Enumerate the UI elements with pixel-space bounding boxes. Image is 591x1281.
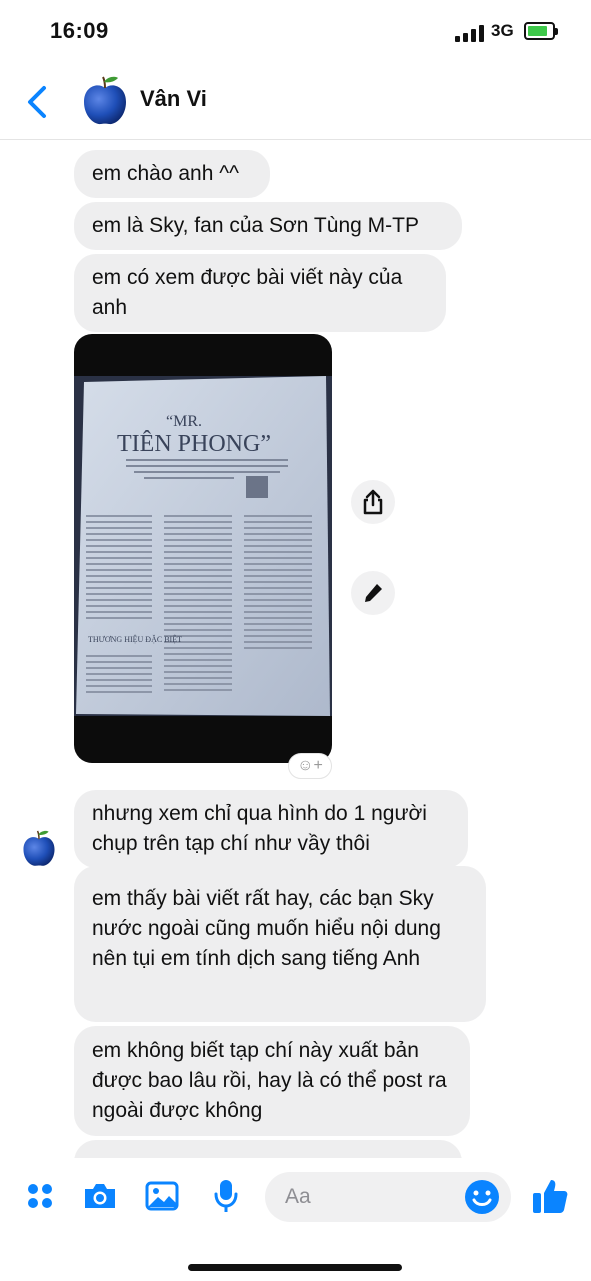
status-bar: 16:09 3G — [0, 0, 591, 64]
gallery-button[interactable] — [142, 1176, 182, 1216]
message-bubble[interactable]: em không biết tạp chí này xuất bản được … — [74, 1026, 470, 1136]
voice-button[interactable] — [206, 1176, 246, 1216]
magazine-title-1: “MR. — [166, 413, 202, 430]
message-bubble[interactable]: em thấy bài viết rất hay, các bạn Sky nư… — [74, 866, 486, 1022]
signal-icon — [455, 24, 487, 42]
contact-avatar[interactable] — [22, 828, 56, 868]
status-time: 16:09 — [50, 18, 109, 43]
message-bubble[interactable]: em chào anh ^^ — [74, 150, 270, 198]
message-input-placeholder: Aa — [285, 1185, 311, 1208]
composer-bar: Aa — [0, 1158, 591, 1281]
home-indicator — [188, 1264, 402, 1271]
camera-icon — [85, 1184, 115, 1208]
photo-attachment[interactable]: “MR. TIÊN PHONG” THƯƠNG HIỆU ĐẶC BIỆT — [74, 334, 332, 763]
microphone-icon — [214, 1180, 238, 1212]
chevron-left-icon — [28, 86, 46, 118]
blue-apple-icon — [84, 76, 126, 125]
message-bubble[interactable]: nhưng xem chỉ qua hình do 1 người chụp t… — [74, 790, 468, 868]
contact-name[interactable]: Vân Vi — [140, 86, 207, 112]
magazine-title-2: TIÊN PHONG” — [117, 431, 271, 457]
camera-button[interactable] — [80, 1176, 120, 1216]
share-button[interactable] — [351, 480, 395, 524]
message-input[interactable]: Aa — [265, 1172, 511, 1222]
four-dots-icon — [28, 1184, 52, 1208]
battery-icon — [524, 22, 558, 40]
image-icon — [145, 1181, 179, 1211]
like-button[interactable] — [530, 1176, 570, 1216]
avatar[interactable] — [82, 74, 128, 126]
chat-header: Vân Vi — [0, 64, 591, 140]
blue-apple-icon — [23, 830, 55, 866]
message-bubble[interactable]: em là Sky, fan của Sơn Tùng M-TP — [74, 202, 462, 250]
back-button[interactable] — [22, 82, 54, 122]
add-reaction-button[interactable]: ☺+ — [288, 753, 332, 779]
message-bubble[interactable]: em có xem được bài viết này của anh — [74, 254, 446, 332]
share-icon — [363, 489, 383, 515]
network-type: 3G — [491, 21, 514, 40]
magazine-subhead: THƯƠNG HIỆU ĐẶC BIỆT — [88, 634, 182, 644]
emoji-icon[interactable] — [463, 1178, 501, 1216]
pencil-icon — [365, 584, 382, 602]
magazine-photo: “MR. TIÊN PHONG” THƯƠNG HIỆU ĐẶC BIỆT — [74, 376, 332, 716]
edit-button[interactable] — [351, 571, 395, 615]
more-button[interactable] — [20, 1176, 60, 1216]
thumbs-up-icon — [533, 1180, 568, 1213]
